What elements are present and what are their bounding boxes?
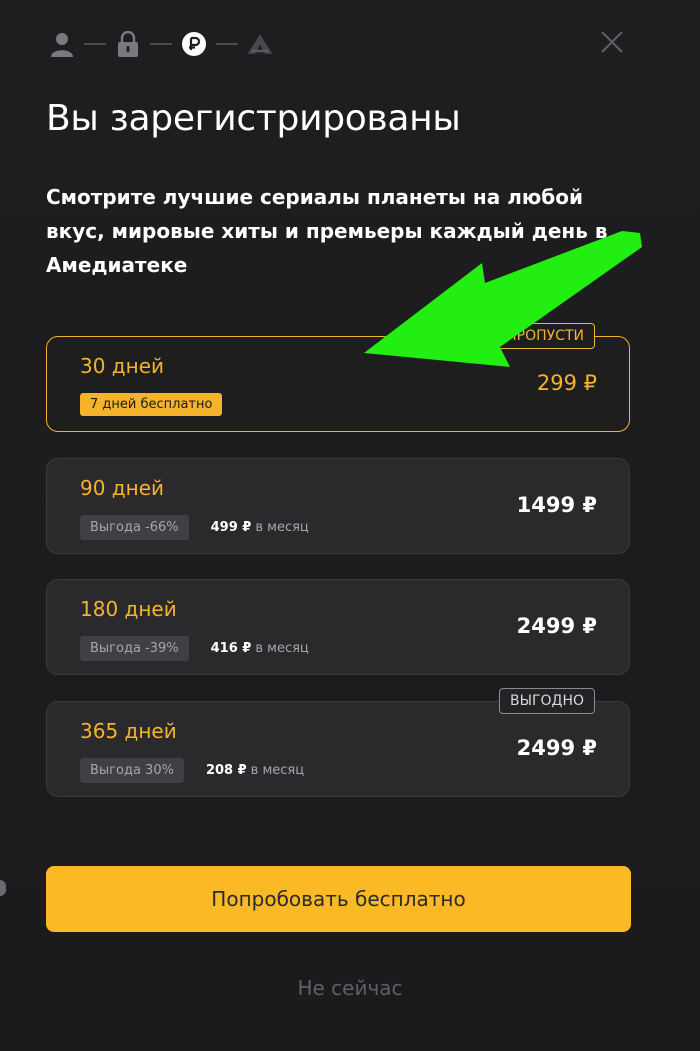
- amediateka-logo-icon: [246, 30, 274, 58]
- plan-meta: Выгода -66% 499 ₽ в месяц: [80, 515, 309, 540]
- monthly-price-unit: в месяц: [255, 641, 309, 656]
- monthly-price-unit: в месяц: [255, 520, 309, 535]
- monthly-price-value: 208 ₽: [205, 763, 247, 778]
- plan-option-30-days[interactable]: ПРОПУСТИ 30 дней 7 дней бесплатно 299 ₽: [46, 323, 630, 432]
- close-button[interactable]: [598, 28, 626, 56]
- plan-tag: ВЫГОДНО: [499, 688, 595, 714]
- plan-name: 90 дней: [80, 476, 165, 500]
- progress-steps: [48, 28, 274, 60]
- lock-icon: [114, 30, 142, 58]
- discount-badge: Выгода -39%: [80, 636, 189, 661]
- edge-scroll-handle: [0, 880, 6, 896]
- user-icon: [48, 30, 76, 58]
- plan-name: 365 дней: [80, 719, 177, 743]
- plan-price: 1499 ₽: [516, 493, 597, 517]
- step-divider: [150, 43, 172, 45]
- ruble-icon: [180, 30, 208, 58]
- monthly-price: 208 ₽ в месяц: [206, 763, 304, 778]
- page-subtitle: Смотрите лучшие сериалы планеты на любой…: [46, 185, 608, 277]
- plan-option-90-days[interactable]: 90 дней Выгода -66% 499 ₽ в месяц 1499 ₽: [46, 458, 630, 554]
- discount-badge: Выгода -66%: [80, 515, 189, 540]
- plan-name: 180 дней: [80, 597, 177, 621]
- plan-option-180-days[interactable]: 180 дней Выгода -39% 416 ₽ в месяц 2499 ₽: [46, 579, 630, 675]
- monthly-price-value: 416 ₽: [210, 641, 252, 656]
- step-divider: [216, 43, 238, 45]
- step-divider: [84, 43, 106, 45]
- plan-name: 30 дней: [80, 354, 165, 378]
- subscription-modal: Вы зарегистрированы Смотрите лучшие сери…: [0, 0, 700, 1051]
- monthly-price-unit: в месяц: [250, 763, 305, 778]
- plan-option-365-days[interactable]: ВЫГОДНО 365 дней Выгода 30% 208 ₽ в месяц…: [46, 688, 630, 797]
- page-title: Вы зарегистрированы: [46, 98, 461, 139]
- plan-meta: Выгода -39% 416 ₽ в месяц: [80, 636, 309, 661]
- not-now-link[interactable]: Не сейчас: [0, 976, 700, 1000]
- close-icon: [601, 31, 623, 53]
- plan-tag: ПРОПУСТИ: [495, 323, 595, 349]
- discount-badge: Выгода 30%: [80, 758, 184, 783]
- monthly-price: 416 ₽ в месяц: [211, 641, 309, 656]
- monthly-price: 499 ₽ в месяц: [211, 520, 309, 535]
- plan-meta: 7 дней бесплатно: [80, 393, 223, 416]
- free-trial-badge: 7 дней бесплатно: [80, 393, 223, 416]
- plan-price: 2499 ₽: [516, 614, 597, 638]
- plan-meta: Выгода 30% 208 ₽ в месяц: [80, 758, 304, 783]
- plan-price: 299 ₽: [536, 371, 597, 395]
- try-free-button[interactable]: Попробовать бесплатно: [46, 866, 631, 932]
- monthly-price-value: 499 ₽: [210, 520, 252, 535]
- plan-price: 2499 ₽: [516, 736, 597, 760]
